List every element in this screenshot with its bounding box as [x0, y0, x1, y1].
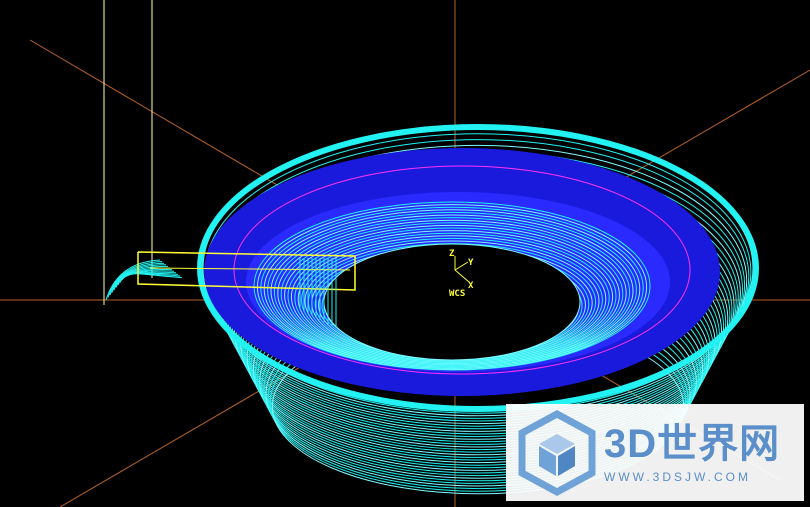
cube-icon — [518, 409, 596, 496]
wcs-label: WCS — [449, 289, 465, 299]
cam-graphics-viewport[interactable]: Z Y X WCS 3D世界网 WWW.3DSJW.COM — [0, 0, 810, 507]
wcs-z-label: Z — [449, 249, 455, 259]
lead-in-path — [111, 264, 167, 293]
watermark: 3D世界网 WWW.3DSJW.COM — [506, 404, 804, 501]
center-hole — [324, 244, 580, 360]
wcs-x-label: X — [468, 281, 474, 291]
watermark-title: 3D世界网 — [604, 421, 781, 466]
wcs-y-label: Y — [468, 258, 474, 268]
watermark-url: WWW.3DSJW.COM — [604, 469, 751, 484]
